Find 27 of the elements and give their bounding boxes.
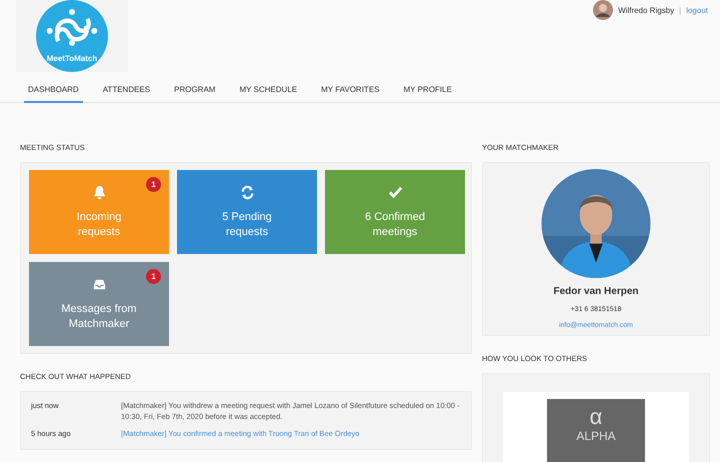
status-tile[interactable]: Messages from Matchmaker 1 — [29, 262, 169, 346]
separator: | — [679, 6, 682, 14]
nav-tab[interactable]: MY SCHEDULE — [235, 82, 302, 103]
count-badge: 1 — [146, 177, 161, 192]
tile-label: 5 Pending requests — [221, 210, 273, 240]
user-avatar-icon[interactable] — [593, 0, 614, 20]
tile-label: Messages from Matchmaker — [60, 302, 138, 332]
tile-label: Incoming requests — [76, 210, 122, 240]
logout-link[interactable]: logout — [686, 6, 708, 14]
logo-symbol: α — [590, 405, 602, 429]
refresh-icon — [240, 184, 254, 200]
nav-tab[interactable]: ATTENDEES — [98, 82, 154, 103]
status-tile[interactable]: 6 Confirmed meetings — [325, 170, 465, 254]
status-tile[interactable]: Incoming requests 1 — [29, 170, 169, 254]
user-name: Wilfredo Rigsby — [618, 6, 674, 14]
logo-text: MeetToMatch — [46, 54, 98, 63]
nav-tab[interactable]: DASHBOARD — [24, 82, 83, 103]
logo-text: ALPHA — [576, 429, 616, 443]
nav-tab[interactable]: MY PROFILE — [400, 82, 456, 103]
tile-label: 6 Confirmed meetings — [364, 210, 426, 240]
bell-icon — [92, 184, 106, 200]
nav-tab[interactable]: MY FAVORITES — [317, 82, 384, 103]
check-icon — [388, 184, 402, 200]
status-tile[interactable]: 5 Pending requests — [177, 170, 317, 254]
nav-tab[interactable]: PROGRAM — [170, 82, 220, 103]
matchmaker-name: Fedor van Herpen — [553, 286, 639, 297]
count-badge: 1 — [146, 269, 161, 284]
